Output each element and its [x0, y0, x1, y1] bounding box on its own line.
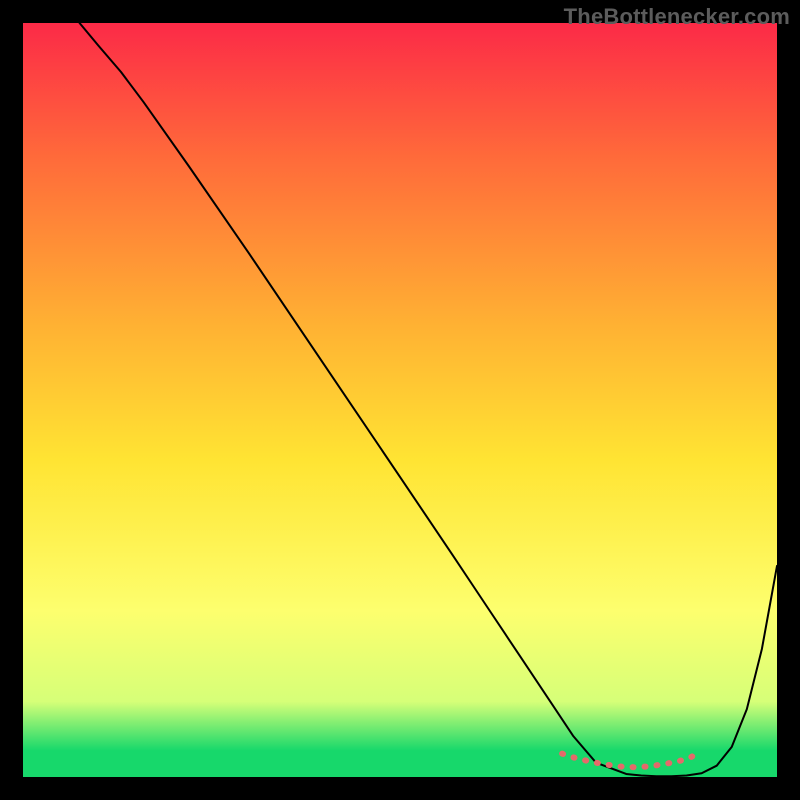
chart-svg [23, 23, 777, 777]
watermark-text: TheBottlenecker.com [564, 4, 790, 30]
plot-area [23, 23, 777, 777]
chart-container: TheBottlenecker.com [0, 0, 800, 800]
